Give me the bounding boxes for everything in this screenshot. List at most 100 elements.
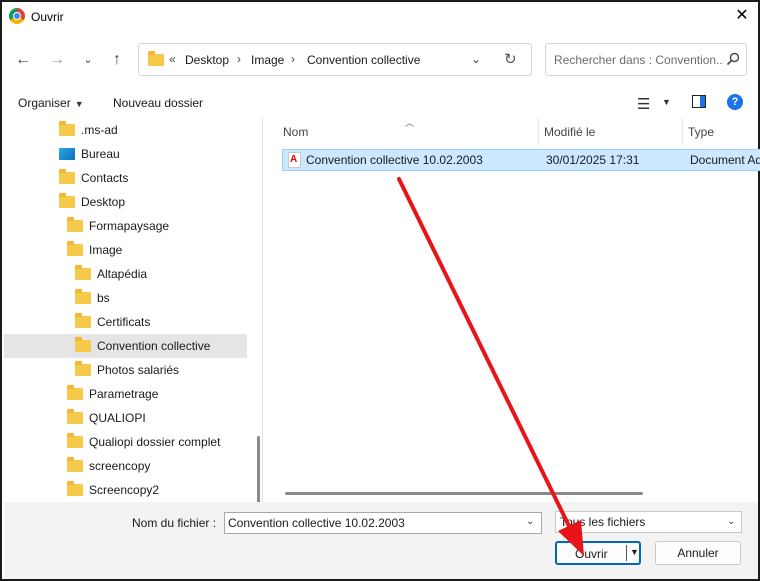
chevron-down-icon: ⌄ bbox=[727, 516, 736, 527]
tree-item-desktop[interactable]: Desktop bbox=[4, 190, 247, 214]
folder-icon bbox=[67, 385, 83, 400]
open-file-dialog: Ouvrir ✕ ← → ⌄ ↑ « Desktop › Image › Con… bbox=[0, 0, 760, 581]
tree-item-label: Formapaysage bbox=[89, 219, 170, 233]
tree-item-contacts[interactable]: Contacts bbox=[4, 166, 247, 190]
folder-icon bbox=[75, 361, 91, 376]
filename-label: Nom du fichier : bbox=[132, 516, 217, 530]
open-button-label: Ouvrir bbox=[575, 547, 608, 561]
tree-item-label: Screencopy2 bbox=[89, 483, 160, 497]
file-type: Document Ad bbox=[690, 153, 760, 167]
file-row[interactable]: Convention collective 10.02.2003 30/01/2… bbox=[282, 149, 760, 171]
tree-item-bs[interactable]: bs bbox=[4, 286, 247, 310]
folder-icon bbox=[67, 217, 83, 232]
tree-item-qualiopi-dossier-complet[interactable]: Qualiopi dossier complet bbox=[4, 430, 247, 454]
tree-item-photos-salaries[interactable]: Photos salariés bbox=[4, 358, 247, 382]
tree-item-label: Convention collective bbox=[97, 339, 211, 353]
tree-item-label: Qualiopi dossier complet bbox=[89, 435, 221, 449]
folder-icon bbox=[75, 337, 91, 352]
tree-item-screencopy2[interactable]: Screencopy2 bbox=[4, 478, 247, 502]
tree-item-label: screencopy bbox=[89, 459, 151, 473]
chevron-right-icon[interactable]: › bbox=[291, 52, 295, 66]
chevron-down-icon[interactable]: ⌄ bbox=[471, 52, 481, 66]
tree-item-label: Altapédia bbox=[97, 267, 148, 281]
folder-icon bbox=[75, 289, 91, 304]
tree-item-label: QUALIOPI bbox=[89, 411, 146, 425]
file-modified: 30/01/2025 17:31 bbox=[546, 153, 640, 167]
cancel-button[interactable]: Annuler bbox=[655, 541, 741, 565]
tree-item-qualiopi[interactable]: QUALIOPI bbox=[4, 406, 247, 430]
tree-item-screencopy[interactable]: screencopy bbox=[4, 454, 247, 478]
tree-item-label: .ms-ad bbox=[81, 123, 118, 137]
sort-ascending-icon: ︿ bbox=[405, 118, 415, 128]
breadcrumb-image[interactable]: Image bbox=[251, 53, 284, 67]
column-header-modified[interactable]: Modifié le bbox=[544, 125, 595, 139]
folder-icon bbox=[59, 193, 75, 208]
tree-item-label: Photos salariés bbox=[97, 363, 180, 377]
folder-icon bbox=[59, 121, 75, 136]
tree-item-parametrage[interactable]: Parametrage bbox=[4, 382, 247, 406]
view-options-icon[interactable]: ☰ bbox=[637, 95, 650, 113]
tree-item-altapedia[interactable]: Altapédia bbox=[4, 262, 247, 286]
back-arrow-icon[interactable]: ← bbox=[13, 50, 33, 70]
column-header-name[interactable]: Nom bbox=[283, 125, 308, 139]
folder-icon bbox=[75, 313, 91, 328]
folder-icon bbox=[59, 169, 75, 184]
title-bar: Ouvrir ✕ bbox=[2, 2, 758, 32]
breadcrumb-desktop[interactable]: Desktop bbox=[185, 53, 229, 67]
search-placeholder: Rechercher dans : Convention... bbox=[554, 53, 724, 67]
help-icon[interactable]: ? bbox=[727, 94, 743, 110]
forward-arrow-icon[interactable]: → bbox=[47, 50, 67, 70]
navigation-pane: .ms-ad Bureau Contacts Desktop Formapays… bbox=[4, 118, 263, 502]
file-list: ︿ Nom Modifié le Type Convention collect… bbox=[265, 118, 760, 502]
address-bar[interactable]: « Desktop › Image › Convention collectiv… bbox=[138, 43, 532, 76]
tree-item-label: Parametrage bbox=[89, 387, 159, 401]
open-options-caret-icon[interactable]: ▼ bbox=[630, 547, 639, 557]
tree-item-label: Desktop bbox=[81, 195, 126, 209]
split-divider bbox=[626, 545, 627, 561]
recent-locations-chevron-icon[interactable]: ⌄ bbox=[78, 50, 98, 70]
tree-item-convention-collective[interactable]: Convention collective bbox=[4, 334, 247, 358]
up-arrow-icon[interactable]: ↑ bbox=[107, 50, 127, 70]
tree-item-bureau[interactable]: Bureau bbox=[4, 142, 247, 166]
column-divider[interactable] bbox=[538, 118, 539, 146]
tree-item-formapaysage[interactable]: Formapaysage bbox=[4, 214, 247, 238]
chevron-right-icon[interactable]: › bbox=[237, 52, 241, 66]
folder-icon bbox=[148, 51, 164, 66]
caret-down-icon: ▼ bbox=[74, 99, 84, 109]
filename-input[interactable] bbox=[224, 512, 542, 534]
file-name: Convention collective 10.02.2003 bbox=[306, 153, 483, 167]
new-folder-button[interactable]: Nouveau dossier bbox=[113, 96, 203, 110]
folder-icon bbox=[67, 457, 83, 472]
bottom-panel: Nom du fichier : ⌄ Tous les fichiers ⌄ O… bbox=[4, 502, 758, 579]
folder-icon bbox=[67, 241, 83, 256]
breadcrumb-convention-collective[interactable]: Convention collective bbox=[307, 53, 420, 67]
tree-scrollbar[interactable] bbox=[257, 436, 260, 502]
organize-label: Organiser bbox=[18, 96, 71, 110]
tree-item-image[interactable]: Image bbox=[4, 238, 247, 262]
column-header-type[interactable]: Type bbox=[688, 125, 714, 139]
chevron-down-icon[interactable]: ⌄ bbox=[526, 516, 534, 527]
folder-icon bbox=[67, 481, 83, 496]
tree-item-certificats[interactable]: Certificats bbox=[4, 310, 247, 334]
refresh-icon[interactable]: ↻ bbox=[504, 50, 517, 68]
file-type-value: Tous les fichiers bbox=[560, 515, 646, 529]
overflow-chevron[interactable]: « bbox=[169, 52, 176, 66]
close-icon[interactable]: ✕ bbox=[734, 8, 750, 24]
caret-down-icon[interactable]: ▼ bbox=[662, 97, 671, 107]
file-type-select[interactable]: Tous les fichiers ⌄ bbox=[555, 511, 742, 533]
tree-item-label: Image bbox=[89, 243, 123, 257]
folder-icon bbox=[67, 409, 83, 424]
folder-icon bbox=[75, 265, 91, 280]
organize-button[interactable]: Organiser ▼ bbox=[18, 96, 84, 110]
search-icon[interactable] bbox=[726, 52, 740, 66]
preview-pane-icon[interactable] bbox=[692, 95, 706, 108]
tree-item-label: Contacts bbox=[81, 171, 129, 185]
open-button[interactable]: Ouvrir ▼ bbox=[555, 541, 641, 565]
horizontal-scrollbar[interactable] bbox=[285, 492, 643, 495]
tree-item-label: bs bbox=[97, 291, 110, 305]
desktop-icon bbox=[59, 148, 75, 160]
search-box[interactable]: Rechercher dans : Convention... bbox=[545, 43, 747, 76]
column-divider[interactable] bbox=[682, 118, 683, 146]
tree-item-ms-ad[interactable]: .ms-ad bbox=[4, 118, 247, 142]
chrome-icon bbox=[9, 8, 25, 24]
